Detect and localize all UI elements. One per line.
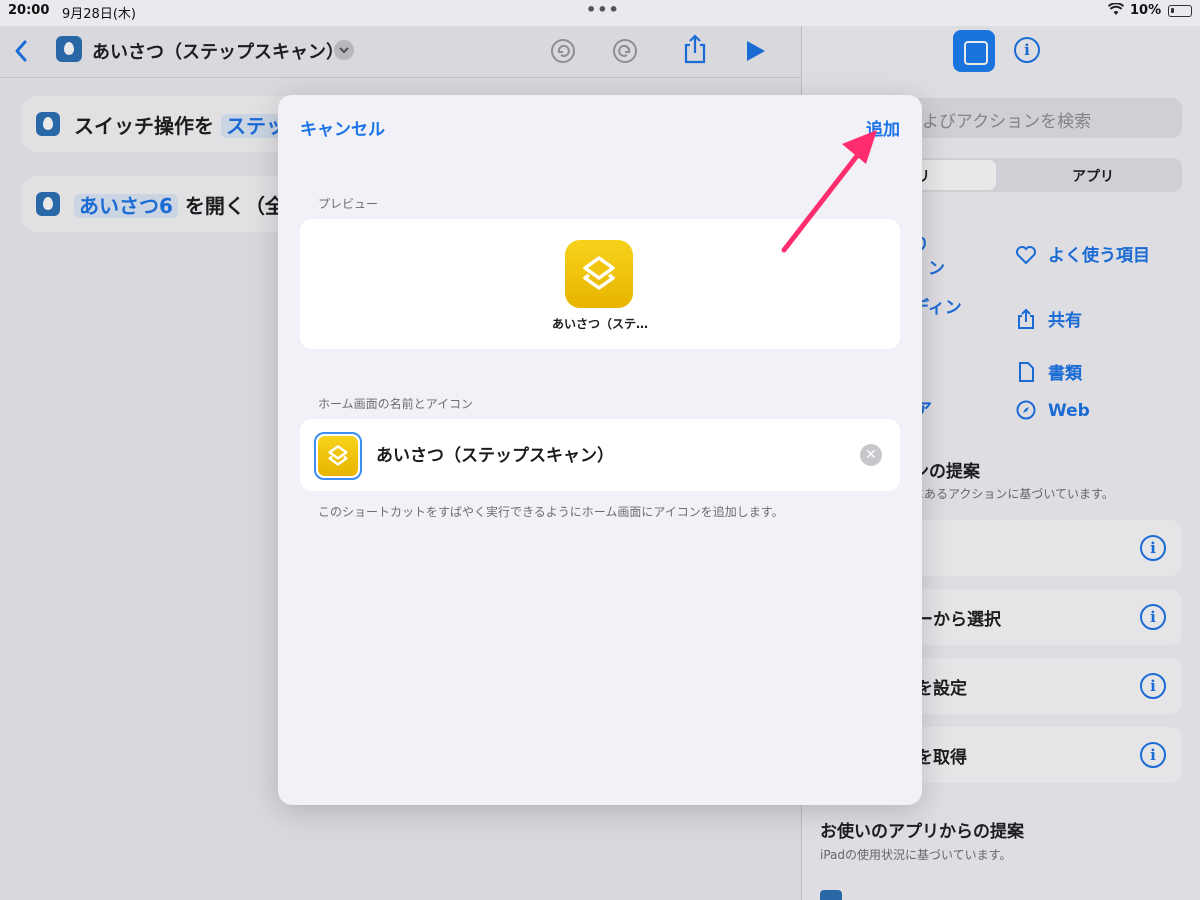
battery-percent: 10% [1130, 3, 1162, 18]
home-screen-name-field[interactable] [376, 443, 846, 463]
home-icon-picker[interactable] [314, 432, 362, 480]
add-button[interactable]: 追加 [866, 115, 900, 140]
name-and-icon-card: ✕ [300, 419, 900, 491]
preview-app-label: あいさつ（ステ… [551, 317, 648, 331]
status-bar: 20:00 9月28日(木) ••• 10% [0, 0, 1200, 26]
status-time: 20:00 [8, 3, 50, 18]
wifi-icon [1107, 2, 1125, 20]
multitasking-dots-icon[interactable]: ••• [586, 0, 620, 19]
preview-card: あいさつ（ステ… [300, 219, 900, 349]
shortcuts-app-icon [565, 240, 633, 308]
add-to-home-description: このショートカットをすばやく実行できるようにホーム画面にアイコンを追加します。 [318, 505, 784, 519]
status-date: 9月28日(木) [62, 7, 136, 22]
add-to-home-sheet: キャンセル 追加 プレビュー あいさつ（ステ… ホーム画面の名前とアイコン ✕ … [278, 95, 922, 805]
layers-icon [328, 445, 348, 466]
layers-icon [583, 256, 615, 290]
cancel-button[interactable]: キャンセル [300, 115, 385, 140]
battery-icon [1168, 5, 1192, 17]
name-section-header: ホーム画面の名前とアイコン [318, 397, 474, 411]
preview-section-header: プレビュー [318, 197, 379, 211]
clear-text-icon[interactable]: ✕ [860, 444, 882, 466]
